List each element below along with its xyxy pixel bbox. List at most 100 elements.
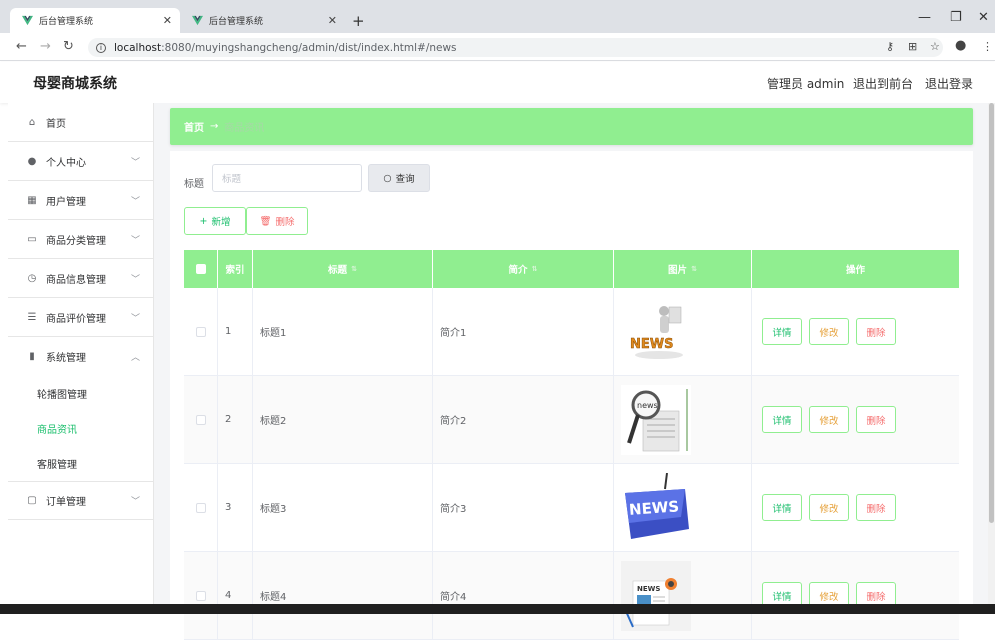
breadcrumb-current: 商品资讯 xyxy=(224,123,265,134)
sliders-icon: ☰ xyxy=(27,311,37,323)
row-checkbox[interactable] xyxy=(196,414,206,425)
cell-intro: 简介4 xyxy=(433,552,614,639)
add-button[interactable]: + 新增 xyxy=(184,207,246,235)
tab-title: 后台管理系统 xyxy=(209,17,264,27)
cell-image: NEWS xyxy=(614,464,752,551)
sidebar-item-profile[interactable]: ● 个人中心 ﹀ xyxy=(8,142,154,181)
col-header-title[interactable]: 标题 ⇅ xyxy=(253,250,433,288)
info-icon[interactable]: i xyxy=(96,42,106,53)
col-header-intro[interactable]: 简介 ⇅ xyxy=(433,250,614,288)
more-menu-icon[interactable]: ⋮ xyxy=(982,40,993,53)
browser-tab[interactable]: 后台管理系统 ✕ xyxy=(180,8,345,33)
edit-button[interactable]: 修改 xyxy=(809,318,849,345)
col-header-label: 操作 xyxy=(845,265,865,276)
logout-link[interactable]: 退出登录 xyxy=(925,75,973,92)
batch-delete-button[interactable]: 🗑 删除 xyxy=(246,207,308,235)
forward-arrow-icon[interactable]: → xyxy=(40,39,51,54)
sidebar-item-reviews[interactable]: ☰ 商品评价管理 ﹀ xyxy=(8,298,154,337)
submenu-carousel[interactable]: 轮播图管理 xyxy=(8,376,154,411)
app-header: 母婴商城系统 管理员 admin 退出到前台 退出登录 xyxy=(0,62,995,103)
cell-title: 标题2 xyxy=(253,376,433,463)
close-tab-icon[interactable]: ✕ xyxy=(163,14,172,27)
select-all-checkbox[interactable] xyxy=(195,264,206,274)
chevron-down-icon: ﹀ xyxy=(130,274,140,285)
sort-icon[interactable]: ⇅ xyxy=(691,265,697,273)
page-scrollbar-thumb[interactable] xyxy=(989,103,994,523)
sidebar-item-product-info[interactable]: ◷ 商品信息管理 ﹀ xyxy=(8,259,154,298)
url-field[interactable]: i localhost:8080/muyingshangcheng/admin/… xyxy=(88,38,943,57)
sort-icon[interactable]: ⇅ xyxy=(532,265,538,273)
submenu-news[interactable]: 商品资讯 xyxy=(8,411,154,446)
cell-ops: 详情 修改 删除 xyxy=(752,288,959,375)
profile-icon[interactable]: ● xyxy=(955,38,966,53)
add-button-label: 新增 xyxy=(211,217,231,228)
col-header-label: 图片 xyxy=(668,265,688,276)
chevron-down-icon: ﹀ xyxy=(130,157,140,168)
cell-ops: 详情 修改 删除 xyxy=(752,552,959,639)
content-panel: 标题 标题 ○ 查询 + 新增 🗑 删除 索引 标题 ⇅ 简介 ⇅ 图片 ⇅ 操作 xyxy=(170,151,973,640)
chevron-down-icon: ﹀ xyxy=(130,196,140,207)
minimize-icon[interactable]: — xyxy=(918,10,931,25)
sidebar-item-label: 用户管理 xyxy=(46,196,86,208)
chevron-up-icon: ︿ xyxy=(130,353,140,363)
cell-intro: 简介2 xyxy=(433,376,614,463)
col-header-image[interactable]: 图片 ⇅ xyxy=(614,250,752,288)
translate-icon[interactable]: ⊞ xyxy=(908,40,917,53)
detail-button[interactable]: 详情 xyxy=(762,318,802,345)
sidebar-item-users[interactable]: ▦ 用户管理 ﹀ xyxy=(8,181,154,220)
cell-ops: 详情 修改 删除 xyxy=(752,464,959,551)
url-host: localhost xyxy=(114,41,162,54)
close-tab-icon[interactable]: ✕ xyxy=(328,14,337,27)
search-input[interactable]: 标题 xyxy=(212,164,362,192)
restore-icon[interactable]: ❐ xyxy=(950,10,962,25)
reload-icon[interactable]: ↻ xyxy=(63,39,74,54)
edit-button[interactable]: 修改 xyxy=(809,494,849,521)
sidebar-item-home[interactable]: ⌂ 首页 xyxy=(8,103,154,142)
browser-tab-active[interactable]: 后台管理系统 ✕ xyxy=(10,8,180,33)
svg-text:NEWS: NEWS xyxy=(628,497,679,518)
app-logo: 母婴商城系统 xyxy=(33,76,117,92)
submenu-label: 客服管理 xyxy=(37,460,77,471)
sidebar-item-orders[interactable]: ▢ 订单管理 ﹀ xyxy=(8,481,154,520)
vue-logo-icon xyxy=(192,15,203,26)
star-icon[interactable]: ☆ xyxy=(930,40,940,53)
breadcrumb: 首页 → 商品资讯 xyxy=(170,108,973,145)
chevron-down-icon: ﹀ xyxy=(130,313,140,324)
delete-button[interactable]: 删除 xyxy=(856,318,896,345)
sidebar-item-label: 商品评价管理 xyxy=(46,313,106,325)
col-header-label: 简介 xyxy=(508,265,528,276)
exit-to-front-link[interactable]: 退出到前台 xyxy=(853,75,913,92)
detail-button[interactable]: 详情 xyxy=(762,406,802,433)
cell-index: 3 xyxy=(218,464,253,551)
row-checkbox[interactable] xyxy=(196,326,206,337)
sort-icon[interactable]: ⇅ xyxy=(351,265,357,273)
os-taskbar xyxy=(0,604,995,614)
chevron-down-icon: ﹀ xyxy=(130,235,140,246)
breadcrumb-arrow: → xyxy=(210,121,219,132)
edit-button[interactable]: 修改 xyxy=(809,406,849,433)
sidebar-item-category[interactable]: ▭ 商品分类管理 ﹀ xyxy=(8,220,154,259)
news-paper-image: NEWS xyxy=(621,560,691,631)
address-bar: ← → ↻ i localhost:8080/muyingshangcheng/… xyxy=(0,33,995,61)
sidebar-item-label: 订单管理 xyxy=(46,497,86,508)
row-checkbox[interactable] xyxy=(196,590,206,601)
cell-title: 标题3 xyxy=(253,464,433,551)
col-header-ops: 操作 xyxy=(752,250,959,288)
cell-ops: 详情 修改 删除 xyxy=(752,376,959,463)
card-icon: ▭ xyxy=(27,233,37,245)
search-button[interactable]: ○ 查询 xyxy=(368,164,430,192)
row-checkbox[interactable] xyxy=(196,502,206,513)
delete-button[interactable]: 删除 xyxy=(856,406,896,433)
delete-button[interactable]: 删除 xyxy=(856,494,896,521)
new-tab-button[interactable]: + xyxy=(352,12,365,30)
sidebar-item-label: 商品分类管理 xyxy=(46,235,106,247)
submenu-service[interactable]: 客服管理 xyxy=(8,446,154,481)
cell-index: 2 xyxy=(218,376,253,463)
detail-button[interactable]: 详情 xyxy=(762,494,802,521)
back-arrow-icon[interactable]: ← xyxy=(16,39,27,54)
sidebar-item-system[interactable]: ▮ 系统管理 ︿ xyxy=(8,337,154,376)
key-icon[interactable]: ⚷ xyxy=(886,40,894,53)
user-icon: ● xyxy=(27,155,37,167)
close-window-icon[interactable]: ✕ xyxy=(978,10,989,25)
breadcrumb-home[interactable]: 首页 xyxy=(184,119,204,134)
